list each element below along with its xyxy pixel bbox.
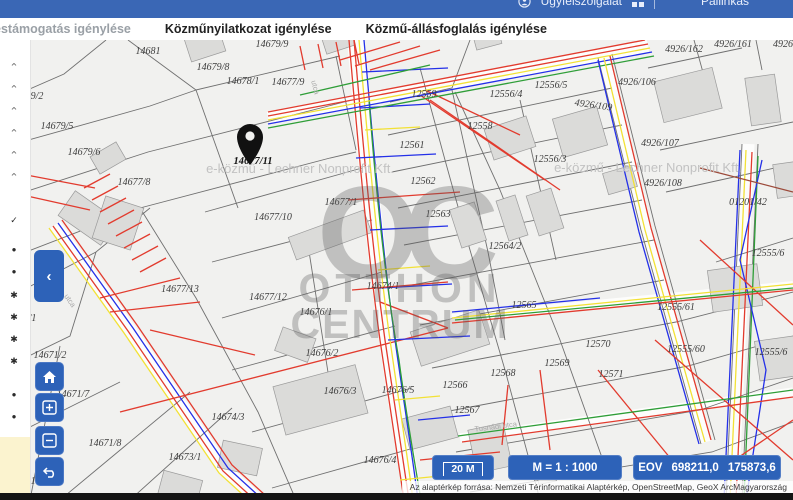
parcel-label: 14676/2 <box>306 348 339 359</box>
parcel-label: 14678/1 <box>227 76 260 87</box>
chevron-icon[interactable]: ⌃ <box>4 107 24 118</box>
parcel-label: 12555/61 <box>657 302 695 313</box>
zoom-in-button[interactable] <box>35 393 64 422</box>
eov-y-coordinate: 175873,6 <box>727 461 776 474</box>
top-app-bar: Ügyfélszolgálat Pallinkás <box>0 0 793 18</box>
scale-bar-label: 20 M <box>443 461 483 476</box>
eov-coordinates-readout: EOV 698211,0 175873,6 <box>633 455 781 480</box>
panel-collapse-button[interactable]: ‹ <box>34 250 64 302</box>
parcel-label: 12568 <box>491 368 516 379</box>
home-icon <box>42 370 57 384</box>
parcel-label: 12569 <box>545 358 570 369</box>
parcel-label: 4926 <box>773 40 793 50</box>
pin-icon[interactable]: ● <box>4 267 24 277</box>
chevron-left-icon: ‹ <box>46 267 52 285</box>
parcel-label: 14671/8 <box>89 438 122 449</box>
parcel-label: 14679/8 <box>197 62 230 73</box>
pin-icon[interactable]: ● <box>4 245 24 255</box>
ekozmu-watermark-right: e-közmű - Lechner Nonprofit Kft. <box>554 160 742 175</box>
parcel-label: 12570 <box>586 339 611 350</box>
parcel-label: 14677/12 <box>249 292 287 303</box>
ekozmu-map-application: Ügyfélszolgálat Pallinkás éstámogatás ig… <box>0 0 793 500</box>
eov-x-coordinate: 698211,0 <box>671 461 719 474</box>
parcel-label: 14671/2 <box>34 350 67 361</box>
parcel-label: 14676/3 <box>324 386 357 397</box>
asterisk-icon[interactable]: ✱ <box>4 356 24 366</box>
scale-ratio-label: M = 1 : 1000 <box>532 461 598 474</box>
asterisk-icon[interactable]: ✱ <box>4 312 24 322</box>
support-link[interactable]: Ügyfélszolgálat <box>541 0 622 8</box>
parcel-label: 14676/5 <box>382 385 415 396</box>
svg-text:CENTRUM: CENTRUM <box>291 301 510 347</box>
parcel-label: 14677/9 <box>272 77 305 88</box>
parcel-label: 12556/5 <box>535 80 568 91</box>
apps-grid-icon[interactable] <box>632 0 644 7</box>
pin-icon[interactable]: ● <box>4 390 24 400</box>
parcel-label: 12565 <box>512 300 537 311</box>
parcel-label: 14674/3 <box>212 412 245 423</box>
parcel-label: 14677/10 <box>254 212 292 223</box>
parcel-label: 12556/3 <box>534 154 567 165</box>
parcel-label: 12564/2 <box>489 241 522 252</box>
request-type-tabs: éstámogatás igénylése Közműnyilatkozat i… <box>0 18 793 40</box>
plus-square-icon <box>42 400 57 415</box>
parcel-label: 4926/108 <box>644 178 682 189</box>
support-person-icon[interactable] <box>517 0 531 8</box>
zoom-out-button[interactable] <box>35 426 64 455</box>
parcel-label: 4926/162 <box>665 44 703 55</box>
parcel-label: 14679/6 <box>68 147 101 158</box>
parcel-label: 12567 <box>455 405 481 416</box>
parcel-label: 12556/4 <box>490 89 523 100</box>
parcel-label: 01201/42 <box>729 197 767 208</box>
otthon-centrum-watermark: OC OTTHON CENTRUM <box>291 159 512 347</box>
map-canvas[interactable]: e-közmű - Lechner Nonprofit Kft. e-közmű… <box>0 40 793 493</box>
parcel-label: 12561 <box>400 140 425 151</box>
parcel-label: 12559 <box>412 89 437 100</box>
chevron-icon[interactable]: ⌃ <box>4 63 24 74</box>
tab-kozmu-allasfoglalas-igenylese[interactable]: Közmű-állásfoglalás igénylése <box>366 22 547 36</box>
parcel-label: 12558 <box>468 121 493 132</box>
asterisk-icon[interactable]: ✱ <box>4 290 24 300</box>
parcel-label: 12571 <box>599 369 624 380</box>
layer-icon-strip: ⌃ ⌃ ⌃ ⌃ ⌃ ⌃ ✓ ● ● ✱ ✱ ✱ ✱ ● ● <box>0 40 31 493</box>
check-icon[interactable]: ✓ <box>4 215 24 225</box>
parcel-label: 14679/9 <box>256 40 289 50</box>
parcel-label: 4926/161 <box>714 40 752 50</box>
minus-square-icon <box>42 433 57 448</box>
parcel-label: 12555/6 <box>752 248 785 259</box>
parcel-label: 14676/4 <box>364 455 397 466</box>
chevron-icon[interactable]: ⌃ <box>4 151 24 162</box>
pin-icon[interactable]: ● <box>4 412 24 422</box>
home-button[interactable] <box>35 362 64 391</box>
parcel-label: 14679/5 <box>41 121 74 132</box>
undo-button[interactable] <box>35 457 64 486</box>
user-menu[interactable]: Pallinkás <box>665 0 785 8</box>
bottom-black-strip <box>0 493 793 500</box>
scale-bar: 20 M <box>432 455 494 480</box>
chevron-icon[interactable]: ⌃ <box>4 173 24 184</box>
parcel-label: 14677/13 <box>161 284 199 295</box>
parcel-label: 12555/6 <box>755 347 788 358</box>
tab-tamogatas-igenylese[interactable]: éstámogatás igénylése <box>0 22 131 36</box>
topbar-divider <box>654 0 655 9</box>
chevron-icon[interactable]: ⌃ <box>4 85 24 96</box>
strip-highlight-zone <box>0 437 30 493</box>
eov-label: EOV <box>638 461 663 474</box>
undo-arrow-icon <box>42 465 58 479</box>
chevron-icon[interactable]: ⌃ <box>4 129 24 140</box>
parcel-label: 4926/107 <box>641 138 680 149</box>
parcel-label: 14673/1 <box>169 452 202 463</box>
parcel-label: 14677/8 <box>118 177 151 188</box>
asterisk-icon[interactable]: ✱ <box>4 334 24 344</box>
parcel-label: 4926/106 <box>618 77 656 88</box>
tab-kozmunyilatkozat-igenylese[interactable]: Közműnyilatkozat igénylése <box>165 22 332 36</box>
parcel-label: 12555/60 <box>667 344 705 355</box>
parcel-label: 14681 <box>136 46 161 57</box>
parcel-label: 12566 <box>443 380 468 391</box>
scale-ratio-button[interactable]: M = 1 : 1000 <box>508 455 622 480</box>
